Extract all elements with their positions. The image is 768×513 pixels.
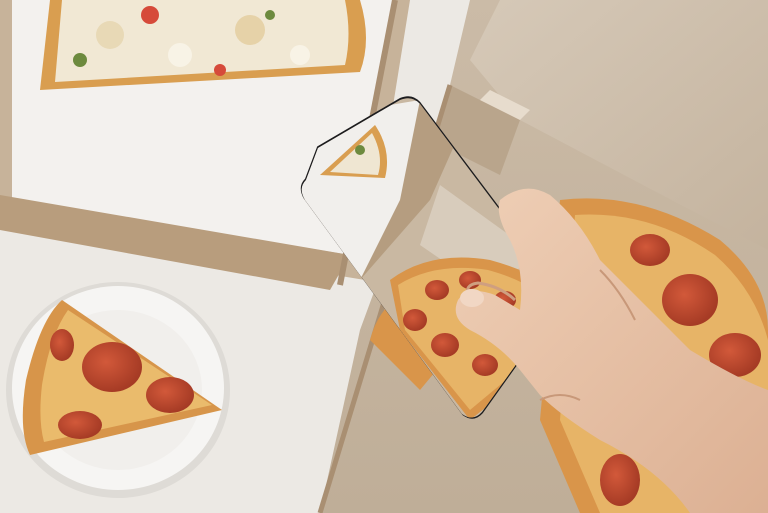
photo-scene xyxy=(0,0,768,513)
pizza-photo-illustration xyxy=(0,0,768,513)
